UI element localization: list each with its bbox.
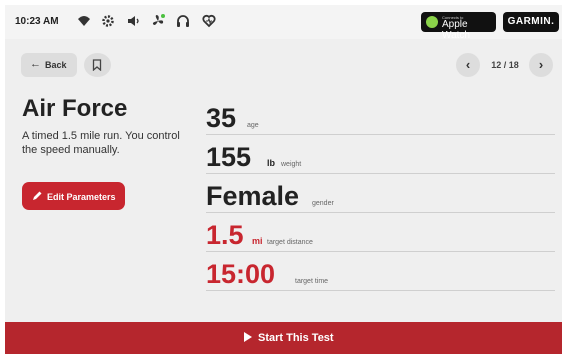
stat-target-distance: 1.5 mi target distance	[206, 213, 555, 252]
page-indicator: 12 / 18	[491, 60, 519, 70]
apple-watch-badge[interactable]: Connects to Apple Watch	[421, 12, 496, 41]
bookmark-button[interactable]	[84, 53, 111, 77]
previous-button[interactable]: ‹	[456, 53, 480, 77]
stat-gender: Female gender	[206, 174, 555, 213]
app-screen: 10:23 AM Connects to Apple Watch GARMIN.…	[5, 5, 562, 354]
heart-rate-icon[interactable]	[202, 14, 216, 28]
settings-gear-icon[interactable]	[101, 14, 115, 28]
stat-age: 35 age	[206, 96, 555, 135]
stat-weight: 155 lb weight	[206, 135, 555, 174]
stat-target-time: 15:00 target time	[206, 252, 555, 291]
edit-parameters-button[interactable]: Edit Parameters	[22, 182, 125, 210]
bookmark-icon	[92, 59, 102, 71]
workout-description: A timed 1.5 mile run. You control the sp…	[22, 130, 180, 156]
fan-icon[interactable]	[151, 14, 165, 28]
headphones-icon[interactable]	[176, 14, 190, 28]
speaker-icon[interactable]	[126, 14, 140, 28]
play-icon	[244, 332, 252, 342]
next-button[interactable]: ›	[529, 53, 553, 77]
start-test-button[interactable]: Start This Test	[5, 322, 562, 354]
pencil-icon	[33, 191, 42, 200]
back-button[interactable]: ← Back	[21, 53, 77, 77]
status-bar: 10:23 AM Connects to Apple Watch GARMIN.	[5, 5, 562, 41]
clock: 10:23 AM	[15, 16, 59, 27]
garmin-badge[interactable]: GARMIN.	[503, 12, 559, 32]
apple-watch-icon	[426, 16, 438, 28]
arrow-left-icon: ←	[30, 58, 41, 70]
wifi-icon[interactable]	[77, 14, 91, 28]
workout-title: Air Force	[22, 95, 128, 122]
